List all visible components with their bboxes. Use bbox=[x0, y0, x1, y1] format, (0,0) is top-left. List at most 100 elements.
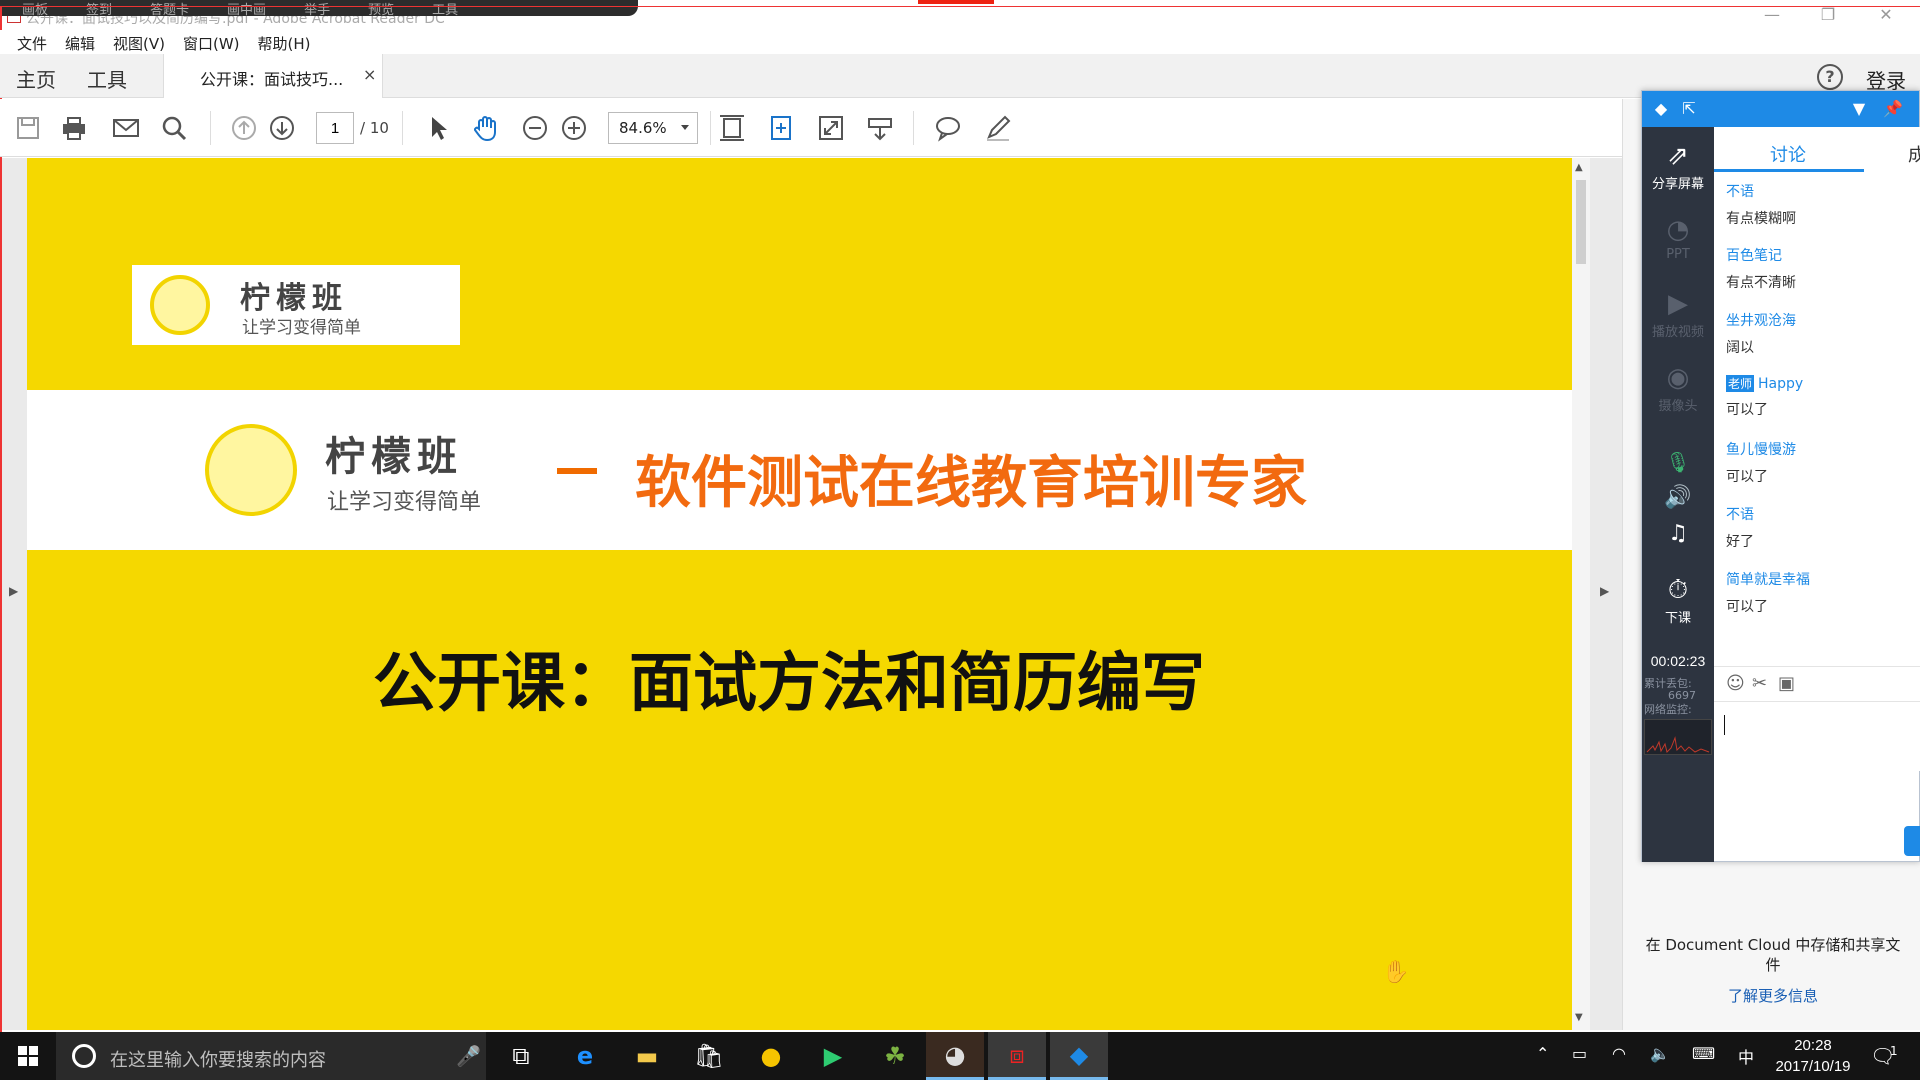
message-user[interactable]: 鱼儿慢慢游 bbox=[1726, 439, 1916, 459]
comment-icon[interactable] bbox=[932, 112, 964, 144]
task-view-icon[interactable]: ⧉ bbox=[492, 1032, 550, 1080]
store-icon[interactable]: 🛍 bbox=[680, 1032, 738, 1080]
send-button[interactable] bbox=[1904, 826, 1920, 856]
message-user[interactable]: 不语 bbox=[1726, 504, 1916, 524]
video-player-icon[interactable]: ▶ bbox=[804, 1032, 862, 1080]
overlay-item-whiteboard[interactable]: 画板 bbox=[22, 0, 48, 18]
menu-edit[interactable]: 编辑 bbox=[56, 30, 104, 54]
fullscreen-icon[interactable] bbox=[815, 112, 847, 144]
page-number-input[interactable] bbox=[316, 112, 354, 144]
camera-button[interactable]: ◉ 摄像头 bbox=[1642, 363, 1714, 414]
menu-view[interactable]: 视图(V) bbox=[104, 30, 174, 54]
learn-more-link[interactable]: 了解更多信息 bbox=[1643, 985, 1903, 1006]
widget-sidebar: ⇗ 分享屏幕 ◔ PPT ▶ 播放视频 ◉ 摄像头 🎙 🔊 ♫ ⏱ 下课 00:… bbox=[1642, 127, 1714, 862]
save-icon[interactable] bbox=[12, 112, 44, 144]
collapse-icon[interactable]: ▼ bbox=[1848, 98, 1870, 120]
pin-icon[interactable]: 📌 bbox=[1882, 98, 1904, 120]
lemon-logo-icon bbox=[150, 275, 210, 335]
vertical-scrollbar[interactable]: ▲ ▼ bbox=[1572, 158, 1590, 1030]
taskbar-search[interactable]: 在这里输入你要搜索的内容 🎤 bbox=[56, 1032, 486, 1080]
document-cloud-promo: 在 Document Cloud 中存储和共享文件 bbox=[1645, 936, 1901, 974]
overlay-item-pip[interactable]: 画中画 bbox=[227, 0, 266, 18]
end-class-button[interactable]: ⏱ 下课 bbox=[1642, 575, 1714, 626]
print-icon[interactable] bbox=[58, 112, 90, 144]
chat-input[interactable] bbox=[1714, 703, 1920, 771]
wifi-icon[interactable]: ◠ bbox=[1612, 1044, 1626, 1063]
chat-message-list[interactable]: 不语 有点模糊啊 百色笔记 有点不清晰 坐井观沧海 阔以 老师 Happy 可以了… bbox=[1714, 173, 1920, 748]
acrobat-taskbar-icon[interactable]: ⧈ bbox=[988, 1032, 1046, 1080]
overlay-item-answer-card[interactable]: 答题卡 bbox=[150, 0, 189, 18]
play-video-button[interactable]: ▶ 播放视频 bbox=[1642, 289, 1714, 340]
volume-icon[interactable]: 🔈 bbox=[1650, 1044, 1670, 1063]
tab-document[interactable]: 公开课：面试技巧... × bbox=[163, 54, 383, 98]
microphone-icon[interactable]: 🎤 bbox=[456, 1044, 481, 1068]
ime-indicator[interactable]: 中 bbox=[1738, 1044, 1754, 1068]
hand-icon[interactable] bbox=[470, 112, 502, 144]
overlay-item-checkin[interactable]: 签到 bbox=[86, 0, 112, 18]
tab-members[interactable]: 成 bbox=[1908, 141, 1920, 167]
scroll-down-icon[interactable]: ▼ bbox=[1575, 1012, 1583, 1023]
overlay-item-tools[interactable]: 工具 bbox=[432, 0, 458, 18]
ppt-button[interactable]: ◔ PPT bbox=[1642, 215, 1714, 262]
fit-page-icon[interactable] bbox=[716, 112, 748, 144]
live-class-taskbar-icon[interactable]: ◆ bbox=[1050, 1032, 1108, 1080]
tagline-dash bbox=[557, 468, 597, 474]
message-user-row[interactable]: 老师 Happy bbox=[1726, 375, 1916, 392]
page-down-icon[interactable] bbox=[266, 112, 298, 144]
clock-time[interactable]: 20:28 bbox=[1768, 1037, 1858, 1054]
live-class-toolbar[interactable]: 画板 签到 答题卡 画中画 举手 预览 工具 bbox=[0, 0, 638, 18]
share-out-icon[interactable]: ⇱ bbox=[1678, 98, 1700, 120]
edge-icon[interactable]: e bbox=[556, 1032, 614, 1080]
message-user[interactable]: 百色笔记 bbox=[1726, 245, 1916, 265]
menu-help[interactable]: 帮助(H) bbox=[249, 30, 320, 54]
app-icon-green[interactable]: ● bbox=[742, 1032, 800, 1080]
page-up-icon[interactable] bbox=[228, 112, 260, 144]
left-pane-toggle-icon[interactable]: ▶ bbox=[9, 584, 18, 598]
close-tab-icon[interactable]: × bbox=[363, 65, 376, 84]
file-explorer-icon[interactable]: ▬ bbox=[618, 1032, 676, 1080]
mail-icon[interactable] bbox=[110, 112, 142, 144]
avatar-app-icon[interactable]: ◕ bbox=[926, 1032, 984, 1080]
overlay-item-raise-hand[interactable]: 举手 bbox=[304, 0, 330, 18]
chat-toolbar: ☺ ✂ ▣ bbox=[1714, 666, 1920, 702]
message-user[interactable]: 坐井观沧海 bbox=[1726, 310, 1916, 330]
right-pane-toggle-icon[interactable]: ▶ bbox=[1600, 584, 1609, 598]
scroll-up-icon[interactable]: ▲ bbox=[1575, 162, 1583, 173]
tab-home[interactable]: 主页 bbox=[16, 64, 56, 93]
message-user[interactable]: 简单就是幸福 bbox=[1726, 569, 1916, 589]
image-icon[interactable]: ▣ bbox=[1778, 673, 1795, 694]
scroll-mode-icon[interactable] bbox=[864, 112, 896, 144]
overlay-item-preview[interactable]: 预览 bbox=[368, 0, 394, 18]
zoom-out-icon[interactable] bbox=[519, 112, 551, 144]
menu-file[interactable]: 文件 bbox=[8, 30, 56, 54]
message-user[interactable]: 不语 bbox=[1726, 181, 1916, 201]
fit-width-icon[interactable] bbox=[765, 112, 797, 144]
scissors-icon[interactable]: ✂ bbox=[1752, 673, 1767, 694]
end-class-label: 下课 bbox=[1664, 611, 1691, 626]
speaker-button[interactable]: 🔊 bbox=[1642, 483, 1714, 515]
android-icon[interactable]: ☘ bbox=[866, 1032, 924, 1080]
tray-expand-icon[interactable]: ⌃ bbox=[1536, 1044, 1549, 1063]
microphone-button[interactable]: 🎙 bbox=[1642, 447, 1714, 479]
share-screen-button[interactable]: ⇗ 分享屏幕 bbox=[1642, 141, 1714, 192]
search-icon[interactable] bbox=[158, 112, 190, 144]
help-icon[interactable]: ? bbox=[1817, 64, 1843, 90]
emoji-icon[interactable]: ☺ bbox=[1726, 673, 1745, 694]
app-logo-icon: ◆ bbox=[1654, 99, 1668, 118]
zoom-select[interactable]: 84.6% bbox=[608, 112, 698, 144]
pen-icon[interactable] bbox=[982, 112, 1014, 144]
scrollbar-thumb[interactable] bbox=[1576, 180, 1586, 264]
message-text: 有点不清晰 bbox=[1726, 275, 1796, 291]
zoom-in-icon[interactable] bbox=[558, 112, 590, 144]
clock-date[interactable]: 2017/10/19 bbox=[1760, 1058, 1866, 1075]
keyboard-icon[interactable]: ⌨ bbox=[1692, 1044, 1715, 1063]
tab-tools[interactable]: 工具 bbox=[87, 64, 127, 93]
menu-window[interactable]: 窗口(W) bbox=[174, 30, 249, 54]
document-view[interactable]: ▶ 柠檬班 让学习变得简单 柠檬班 让学习变得简单 软件测试在线教育培训专家 公… bbox=[2, 158, 1622, 1030]
pointer-icon[interactable] bbox=[422, 112, 454, 144]
battery-icon[interactable]: ▭ bbox=[1572, 1044, 1587, 1063]
start-button[interactable] bbox=[0, 1032, 56, 1080]
teacher-badge: 老师 bbox=[1726, 375, 1755, 392]
music-button[interactable]: ♫ bbox=[1642, 519, 1714, 551]
tab-discussion[interactable]: 讨论 bbox=[1770, 141, 1806, 167]
